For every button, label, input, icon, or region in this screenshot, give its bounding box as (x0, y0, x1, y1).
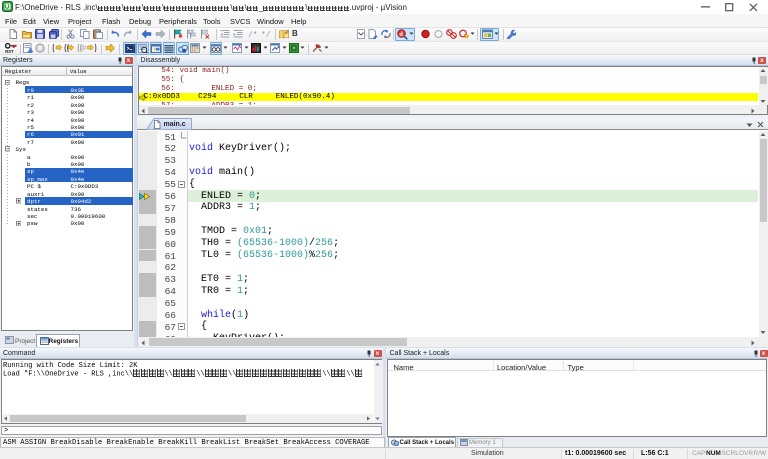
svg-text:d: d (399, 31, 403, 38)
svg-text:RST: RST (5, 49, 14, 53)
svg-text:*/: */ (261, 31, 271, 39)
svg-text:/*: /* (248, 31, 258, 39)
